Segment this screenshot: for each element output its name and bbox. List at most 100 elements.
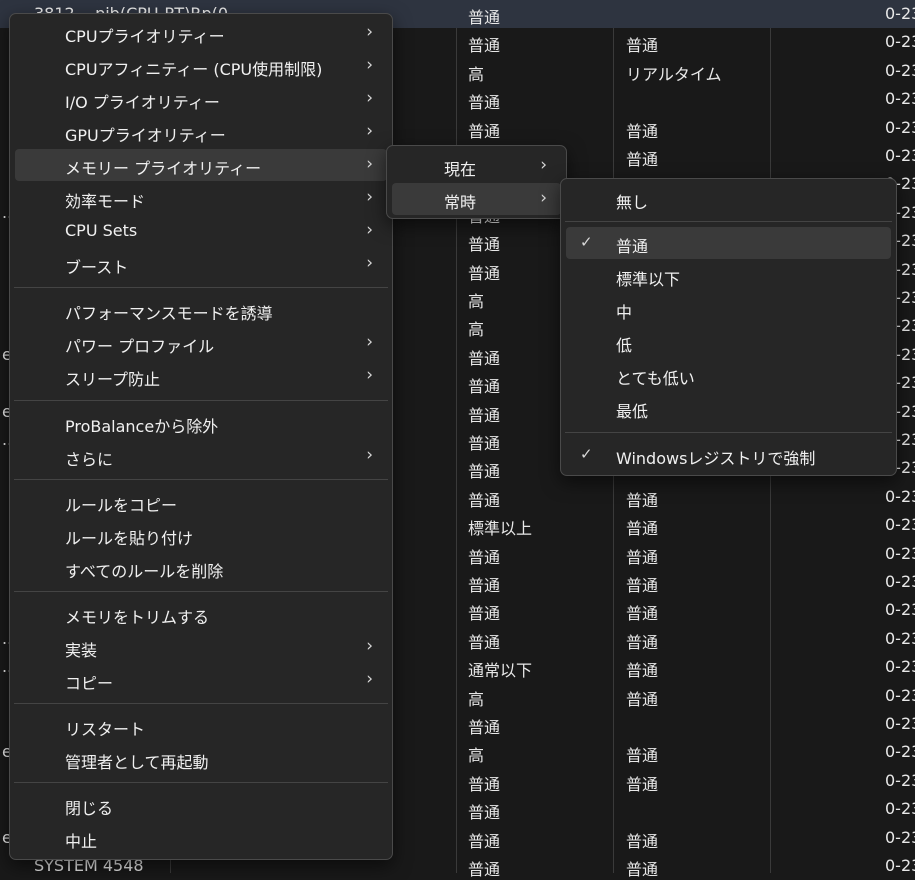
menu-item[interactable]: 常時 › [392, 183, 561, 215]
menu-item-label: スリープ防止 [65, 370, 161, 389]
menu-item[interactable]: さらに › [15, 440, 387, 472]
menu-item[interactable]: 標準以下 [566, 260, 891, 292]
process-cell: 0-23 [885, 117, 915, 137]
menu-item[interactable]: メモリー プライオリティー › [15, 149, 387, 181]
menu-separator [14, 591, 388, 592]
menu-item-label: 最低 [616, 402, 649, 421]
process-cell: 普通 [468, 348, 501, 368]
chevron-right-icon: › [366, 253, 373, 273]
process-cell: 0-23 [885, 685, 915, 705]
menu-item-label: ブースト [65, 258, 129, 277]
menu-item[interactable]: ✓ 普通 [566, 227, 891, 259]
menu-item-label: 中 [616, 303, 633, 322]
menu-item[interactable]: パフォーマンスモードを誘導 [15, 294, 387, 326]
process-cell: 0-23 [885, 628, 915, 648]
menu-item-label: メモリをトリムする [65, 608, 210, 627]
menu-item-label: GPUプライオリティー [65, 126, 226, 145]
menu-item-label: 管理者として再起動 [65, 753, 209, 772]
process-cell: 普通 [468, 860, 501, 879]
process-cell: 高 [468, 292, 485, 311]
process-cell: 普通 [626, 689, 659, 709]
process-cell: 普通 [468, 263, 501, 283]
menu-separator [565, 432, 892, 433]
process-cell: 普通 [468, 604, 501, 624]
process-cell: リアルタイム [626, 64, 722, 84]
menu-item-label: 閉じる [65, 799, 114, 818]
menu-item[interactable]: とても低い [566, 359, 891, 391]
menu-item[interactable]: 実装 › [15, 631, 387, 663]
menu-item[interactable]: ルールを貼り付け [15, 519, 387, 551]
menu-item[interactable]: CPUアフィニティー (CPU使用制限) › [15, 50, 387, 82]
process-cell: 普通 [468, 36, 501, 56]
menu-item[interactable]: I/O プライオリティー › [15, 83, 387, 115]
menu-item[interactable]: CPUプライオリティー › [15, 17, 387, 49]
chevron-right-icon: › [366, 187, 373, 207]
menu-item[interactable]: ✓ Windowsレジストリで強制 [566, 439, 891, 471]
chevron-right-icon: › [366, 445, 373, 465]
process-cell: 普通 [468, 462, 501, 482]
menu-separator [14, 479, 388, 480]
menu-item[interactable]: GPUプライオリティー › [15, 116, 387, 148]
menu-separator [14, 703, 388, 704]
chevron-right-icon: › [366, 636, 373, 656]
process-cell: 0-23 [885, 32, 915, 52]
process-cell: 0-23 [885, 146, 915, 165]
menu-item-label: CPUアフィニティー (CPU使用制限) [65, 60, 323, 79]
process-cell: 高 [468, 64, 485, 84]
menu-item[interactable]: 低 [566, 326, 891, 358]
menu-item[interactable]: 無し [566, 183, 891, 215]
menu-item[interactable]: CPU Sets › [15, 215, 387, 247]
menu-item[interactable]: ブースト › [15, 248, 387, 280]
process-cell: 0-23 [885, 742, 915, 762]
process-cell: 普通 [626, 831, 659, 851]
menu-item[interactable]: 現在 › [392, 150, 561, 182]
menu-item[interactable]: 効率モード › [15, 182, 387, 214]
menu-item-label: リスタート [65, 720, 146, 739]
context-menu: CPUプライオリティー › CPUアフィニティー (CPU使用制限) › I/O プライ… [9, 13, 393, 860]
menu-item[interactable]: メモリをトリムする [15, 598, 387, 630]
process-cell: 普通 [626, 661, 659, 681]
menu-item-label: 中止 [65, 832, 98, 851]
process-cell: 普通 [626, 36, 659, 56]
menu-item-label: さらに [65, 450, 114, 469]
menu-item[interactable]: コピー › [15, 664, 387, 696]
process-cell: 普通 [626, 774, 659, 794]
checkmark-icon: ✓ [580, 445, 593, 463]
menu-item[interactable]: ProBalanceから除外 [15, 407, 387, 439]
menu-item[interactable]: リスタート [15, 710, 387, 742]
menu-item[interactable]: 管理者として再起動 [15, 743, 387, 775]
process-cell: 高 [468, 320, 485, 340]
menu-item[interactable]: 中止 [15, 822, 387, 854]
menu-item[interactable]: 中 [566, 293, 891, 325]
menu-item-label: パフォーマンスモードを誘導 [65, 304, 273, 323]
menu-item[interactable]: スリープ防止 › [15, 360, 387, 392]
process-cell: 0-23 [885, 60, 915, 80]
process-cell: 0-23 [885, 770, 915, 790]
process-cell: 普通 [468, 803, 501, 823]
process-cell: 普通 [626, 576, 659, 595]
process-cell: 普通 [468, 718, 501, 737]
process-cell: 普通 [468, 434, 501, 453]
chevron-right-icon: › [366, 365, 373, 385]
menu-item[interactable]: すべてのルールを削除 [15, 552, 387, 584]
menu-item-label: ルールをコピー [65, 496, 178, 515]
process-cell: 普通 [626, 746, 659, 766]
process-cell: 普通 [626, 121, 659, 141]
chevron-right-icon: › [366, 220, 373, 240]
process-cell: 0-23 [885, 4, 915, 23]
process-cell: 0-23 [885, 856, 915, 875]
menu-item[interactable]: パワー プロファイル › [15, 327, 387, 359]
process-cell: 普通 [468, 576, 501, 595]
menu-item[interactable]: ルールをコピー [15, 486, 387, 518]
process-cell: 普通 [626, 547, 659, 567]
menu-item[interactable]: 閉じる [15, 789, 387, 821]
process-cell: 0-23 [885, 486, 915, 506]
process-cell: 普通 [468, 377, 501, 397]
menu-item[interactable]: 最低 [566, 392, 891, 424]
menu-separator [14, 287, 388, 288]
menu-item-label: ルールを貼り付け [65, 529, 194, 548]
chevron-right-icon: › [366, 332, 373, 352]
menu-item-label: CPUプライオリティー [65, 27, 225, 46]
chevron-right-icon: › [366, 154, 373, 174]
menu-item-label: 効率モード [65, 192, 146, 211]
